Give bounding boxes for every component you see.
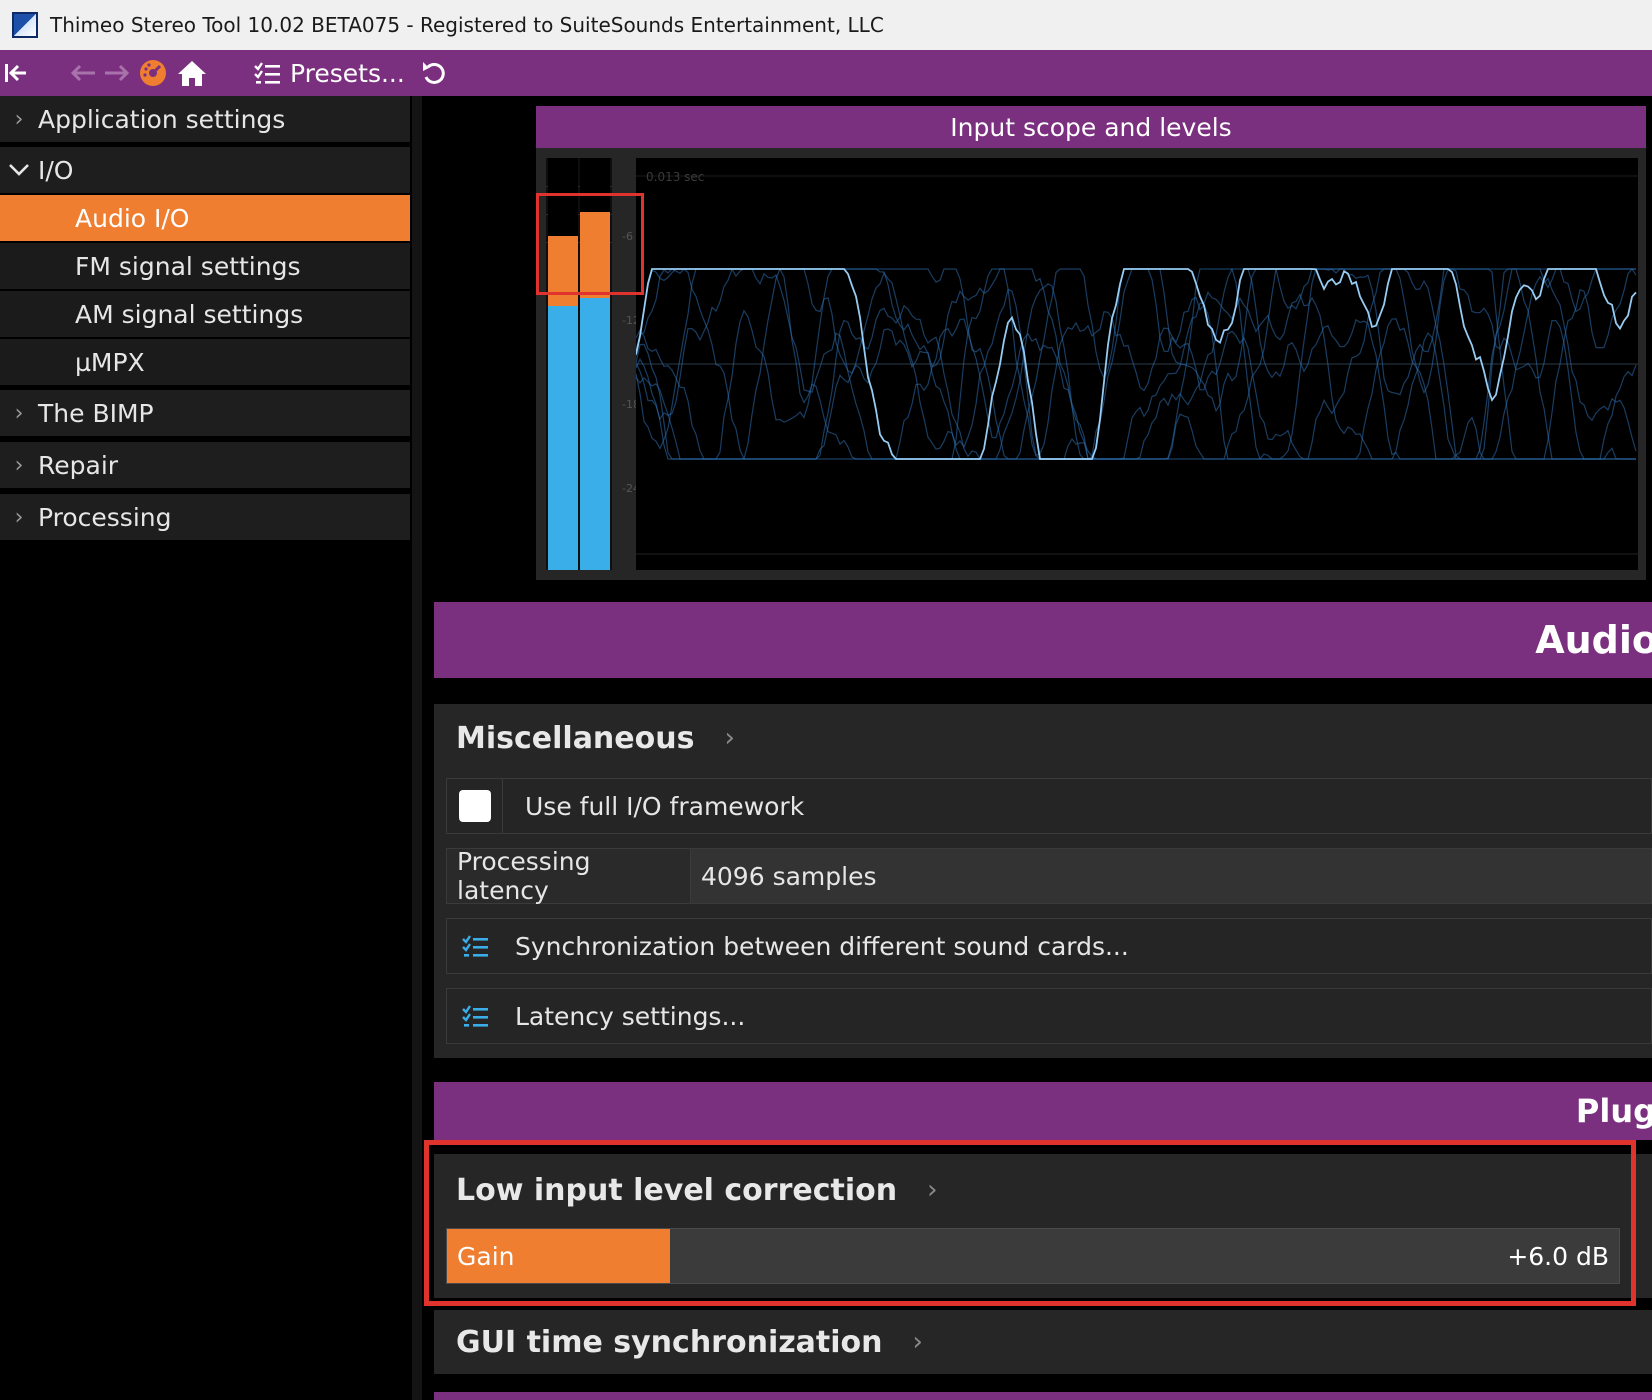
level-meters <box>546 158 612 570</box>
use-full-io-framework-checkbox[interactable] <box>458 790 491 822</box>
gain-label: Gain <box>457 1241 515 1271</box>
left-meter-peak <box>548 236 578 306</box>
scope-title: Input scope and levels <box>536 106 1646 148</box>
low-input-level-correction-group: Low input level correction › Gain +6.0 d… <box>434 1154 1652 1298</box>
sidebar-item-fm-signal-settings[interactable]: FM signal settings <box>0 243 410 289</box>
low-input-level-correction-title-text: Low input level correction <box>456 1172 898 1208</box>
right-level-meter <box>580 158 610 570</box>
scope-time-label: 0.013 sec <box>646 170 705 184</box>
sidebar-item-processing[interactable]: › Processing <box>0 494 410 540</box>
sidebar-splitter[interactable] <box>412 96 422 1400</box>
sidebar-item-label: µMPX <box>75 347 145 377</box>
app-icon <box>12 12 38 38</box>
input-scope-panel: Input scope and levels -6 -12 -18 -24 0.… <box>536 106 1646 580</box>
sidebar-item-application-settings[interactable]: › Application settings <box>0 96 410 142</box>
sidebar-item-label: AM signal settings <box>75 299 304 329</box>
low-input-level-correction-title[interactable]: Low input level correction › <box>456 1168 938 1212</box>
chevron-down-icon <box>0 158 38 183</box>
waveform-svg <box>635 175 1638 555</box>
left-level-meter <box>548 158 578 570</box>
toolbar: Presets... <box>0 50 1652 96</box>
processing-latency-value[interactable]: 4096 samples <box>691 849 1651 903</box>
gui-time-synchronization-title-text: GUI time synchronization <box>456 1324 883 1360</box>
processing-latency-label: Processing latency <box>447 847 691 905</box>
sidebar-item-label: I/O <box>38 155 74 185</box>
sidebar-item-label: Audio I/O <box>75 203 190 233</box>
sidebar-item-label: Repair <box>38 450 119 480</box>
right-meter-peak <box>580 212 610 298</box>
chevron-right-icon: › <box>927 1175 938 1205</box>
window-title: Thimeo Stereo Tool 10.02 BETA075 - Regis… <box>50 13 884 37</box>
audio-section-header: Audio <box>434 602 1652 678</box>
use-full-io-framework-row[interactable]: Use full I/O framework <box>446 778 1652 834</box>
title-bar: Thimeo Stereo Tool 10.02 BETA075 - Regis… <box>0 0 1652 50</box>
sidebar-item-umpx[interactable]: µMPX <box>0 339 410 385</box>
chevron-right-icon: › <box>14 504 24 530</box>
plugins-section-title: Plug <box>1575 1092 1652 1130</box>
list-icon[interactable] <box>252 61 282 85</box>
back-arrow-icon[interactable] <box>68 63 98 83</box>
audio-section-title: Audio <box>1535 618 1652 662</box>
gain-slider[interactable]: Gain +6.0 dB <box>446 1228 1620 1284</box>
list-icon <box>447 988 503 1044</box>
sidebar-item-io[interactable]: I/O <box>0 147 410 193</box>
miscellaneous-title-text: Miscellaneous <box>456 720 695 756</box>
plugins-section-header: Plug <box>434 1082 1652 1140</box>
miscellaneous-group: Miscellaneous › Use full I/O framework P… <box>434 704 1652 1058</box>
latency-settings-label: Latency settings... <box>515 1001 746 1031</box>
dial-icon[interactable] <box>138 59 168 87</box>
miscellaneous-title[interactable]: Miscellaneous › <box>456 716 735 760</box>
gain-value: +6.0 dB <box>1507 1241 1609 1271</box>
gui-time-synchronization-group: GUI time synchronization › <box>434 1310 1652 1374</box>
forward-arrow-icon[interactable] <box>102 63 132 83</box>
synchronization-label: Synchronization between different sound … <box>515 931 1129 961</box>
left-meter-level <box>548 306 578 570</box>
chevron-right-icon: › <box>912 1327 923 1357</box>
home-icon[interactable] <box>176 59 208 87</box>
checkbox-cell <box>447 778 503 834</box>
chevron-right-icon: › <box>14 106 24 132</box>
sidebar-item-repair[interactable]: › Repair <box>0 442 410 488</box>
right-meter-level <box>580 298 610 570</box>
next-section-header <box>434 1392 1652 1400</box>
sidebar-item-label: Processing <box>38 502 172 532</box>
chevron-right-icon: › <box>14 400 24 426</box>
chevron-right-icon: › <box>14 452 24 478</box>
collapse-left-icon[interactable] <box>2 62 30 84</box>
undo-icon[interactable] <box>419 59 449 87</box>
gui-time-synchronization-title[interactable]: GUI time synchronization › <box>456 1320 923 1364</box>
list-icon <box>447 918 503 974</box>
sidebar-item-the-bimp[interactable]: › The BIMP <box>0 390 410 436</box>
latency-settings-button[interactable]: Latency settings... <box>446 988 1652 1044</box>
waveform-scope <box>635 158 1638 570</box>
sidebar-item-am-signal-settings[interactable]: AM signal settings <box>0 291 410 337</box>
presets-button[interactable]: Presets... <box>290 59 405 88</box>
sidebar-item-label: FM signal settings <box>75 251 301 281</box>
sidebar-item-audio-io[interactable]: Audio I/O <box>0 195 410 241</box>
db-label: -6 <box>622 230 633 243</box>
use-full-io-framework-label: Use full I/O framework <box>525 791 805 821</box>
sidebar-item-label: The BIMP <box>38 398 154 428</box>
synchronization-button[interactable]: Synchronization between different sound … <box>446 918 1652 974</box>
chevron-right-icon: › <box>724 723 735 753</box>
processing-latency-row: Processing latency 4096 samples <box>446 847 1652 905</box>
sidebar-item-label: Application settings <box>38 104 286 134</box>
